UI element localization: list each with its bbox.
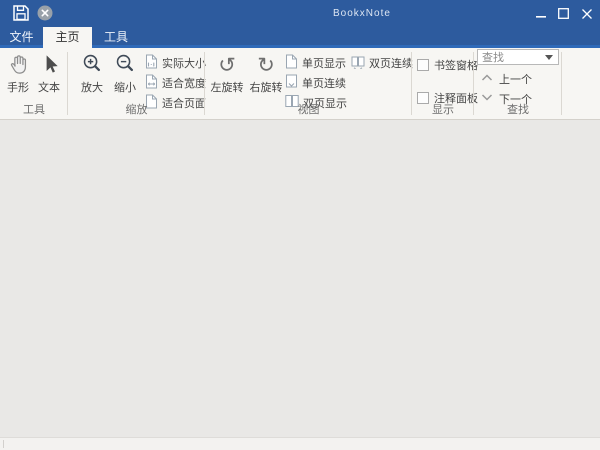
two-continuous-icon xyxy=(351,54,365,72)
group-view: ↺ 左旋转 ↻ 右旋转 单页显示 单页连续 双页显示 双页连续 视图 xyxy=(205,48,413,119)
zoom-in-button[interactable]: 放大 xyxy=(74,51,110,95)
single-page-label: 单页显示 xyxy=(302,58,346,70)
zoom-out-button[interactable]: 缩小 xyxy=(107,51,143,95)
group-label-find: 查找 xyxy=(507,104,529,116)
find-previous-button[interactable]: 上一个 xyxy=(481,71,532,87)
zoom-out-label: 缩小 xyxy=(114,82,136,94)
tab-tools[interactable]: 工具 xyxy=(92,27,140,48)
rotate-left-label: 左旋转 xyxy=(210,82,244,94)
tab-file[interactable]: 文件 xyxy=(0,27,43,48)
chevron-down-icon[interactable] xyxy=(545,54,553,60)
actual-size-label: 实际大小 xyxy=(162,58,206,70)
zoom-in-icon xyxy=(80,51,105,78)
status-bar xyxy=(0,437,600,450)
ribbon-tab-bar: 文件 主页 工具 xyxy=(0,27,600,48)
find-input[interactable]: 查找 xyxy=(478,49,545,65)
single-page-icon xyxy=(285,54,298,72)
window-title: BookxNote xyxy=(333,8,391,19)
single-continuous-label: 单页连续 xyxy=(302,78,346,90)
group-display: 书签窗格 注释面板 显示 xyxy=(412,48,478,119)
window-controls xyxy=(529,0,598,27)
rotate-right-label: 右旋转 xyxy=(249,82,283,94)
group-tools: 手形 文本 工具 xyxy=(0,48,68,119)
tab-home[interactable]: 主页 xyxy=(43,27,92,48)
chevron-up-icon xyxy=(481,73,493,85)
hand-tool-label: 手形 xyxy=(7,82,29,94)
two-continuous-label: 双页连续 xyxy=(369,58,413,70)
find-combobox[interactable]: 查找 xyxy=(477,49,559,65)
group-label-zoom: 缩放 xyxy=(125,104,148,116)
text-select-button[interactable]: 文本 xyxy=(31,51,67,95)
rotate-left-button[interactable]: ↺ 左旋转 xyxy=(209,51,245,95)
close-circle-icon[interactable] xyxy=(37,5,53,21)
rotate-right-button[interactable]: ↻ 右旋转 xyxy=(248,51,284,95)
hand-icon xyxy=(6,51,31,78)
single-continuous-button[interactable]: 单页连续 xyxy=(285,73,347,93)
zoom-out-icon xyxy=(113,51,138,78)
zoom-in-label: 放大 xyxy=(81,82,103,94)
text-select-label: 文本 xyxy=(38,82,60,94)
document-canvas[interactable] xyxy=(0,121,600,437)
text-cursor-icon xyxy=(37,51,62,78)
bookmark-pane-checkbox[interactable] xyxy=(417,59,429,71)
two-continuous-button[interactable]: 双页连续 xyxy=(351,53,413,73)
close-icon[interactable] xyxy=(575,0,598,27)
save-icon[interactable] xyxy=(12,4,30,22)
group-label-tools: 工具 xyxy=(23,104,45,116)
maximize-icon[interactable] xyxy=(552,0,575,27)
minimize-icon[interactable] xyxy=(529,0,552,27)
fit-width-button[interactable]: 适合宽度 xyxy=(145,73,206,93)
actual-size-icon xyxy=(145,54,158,72)
ribbon: 手形 文本 工具 放大 缩小 实际大小 适合宽度 适合页面 缩放 ↺ 左旋转 ↻… xyxy=(0,48,600,120)
bookmark-pane-toggle[interactable]: 书签窗格 xyxy=(417,57,478,73)
title-bar: BookxNote xyxy=(0,0,600,27)
bookmark-pane-label: 书签窗格 xyxy=(434,60,478,72)
actual-size-button[interactable]: 实际大小 xyxy=(145,53,206,73)
status-divider xyxy=(3,440,4,448)
single-continuous-icon xyxy=(285,74,298,92)
rotate-right-icon: ↻ xyxy=(257,52,275,77)
group-find: 查找 上一个 下一个 查找 xyxy=(474,48,562,119)
group-label-view: 视图 xyxy=(297,104,320,116)
rotate-left-icon: ↺ xyxy=(218,52,236,77)
find-previous-label: 上一个 xyxy=(499,74,532,86)
group-label-display: 显示 xyxy=(432,104,454,116)
fit-width-icon xyxy=(145,74,158,92)
single-page-button[interactable]: 单页显示 xyxy=(285,53,347,73)
group-zoom: 放大 缩小 实际大小 适合宽度 适合页面 缩放 xyxy=(68,48,206,119)
fit-width-label: 适合宽度 xyxy=(162,78,206,90)
